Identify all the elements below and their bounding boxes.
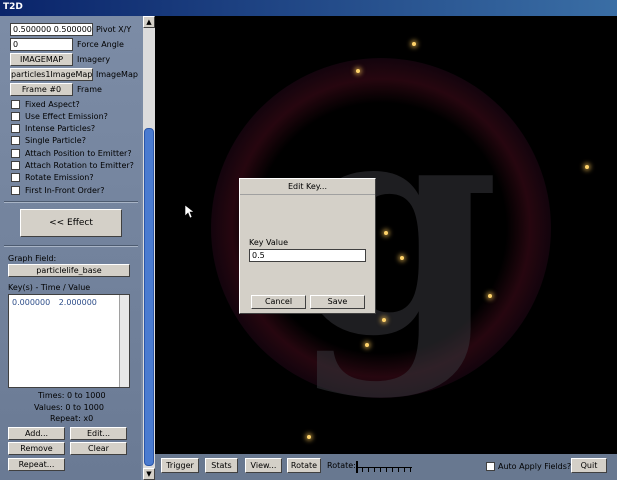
panel-scrollbar[interactable]: ▲ ▼ bbox=[143, 16, 155, 480]
edit-key-button[interactable]: Edit... bbox=[70, 427, 127, 440]
frame-label: Frame bbox=[77, 85, 102, 94]
rotate-slider-knob[interactable] bbox=[356, 461, 358, 473]
auto-apply-checkbox[interactable] bbox=[486, 462, 495, 471]
effect-button[interactable]: << Effect bbox=[20, 209, 122, 237]
key-value-input[interactable]: 0.5 bbox=[249, 249, 366, 262]
scroll-up-arrow-icon[interactable]: ▲ bbox=[143, 16, 155, 28]
values-range: Values: 0 to 1000 bbox=[34, 403, 104, 412]
divider bbox=[4, 201, 138, 203]
single-particle-label: Single Particle? bbox=[25, 136, 86, 145]
pivot-label: Pivot X/Y bbox=[96, 25, 132, 34]
edit-key-dialog: Edit Key... Key Value 0.5 Cancel Save bbox=[239, 178, 376, 314]
clear-keys-button[interactable]: Clear bbox=[70, 442, 127, 455]
quit-button[interactable]: Quit bbox=[571, 458, 607, 473]
imagemap-button[interactable]: particles1ImageMap bbox=[10, 68, 93, 81]
particle bbox=[412, 42, 416, 46]
times-range: Times: 0 to 1000 bbox=[38, 391, 106, 400]
scroll-down-arrow-icon[interactable]: ▼ bbox=[143, 468, 155, 480]
fixed-aspect-label: Fixed Aspect? bbox=[25, 100, 80, 109]
cancel-button[interactable]: Cancel bbox=[251, 295, 306, 309]
particle bbox=[356, 69, 360, 73]
repeat-count: Repeat: x0 bbox=[50, 414, 94, 423]
particle bbox=[384, 231, 388, 235]
first-in-front-label: First In-Front Order? bbox=[25, 186, 105, 195]
fixed-aspect-checkbox[interactable] bbox=[11, 100, 20, 109]
auto-apply-label: Auto Apply Fields? bbox=[498, 462, 572, 471]
imagemap-label: ImageMap bbox=[96, 70, 138, 79]
scene-view[interactable]: g bbox=[155, 16, 617, 454]
particle bbox=[382, 318, 386, 322]
remove-key-button[interactable]: Remove bbox=[8, 442, 65, 455]
graph-field-button[interactable]: particlelife_base bbox=[8, 264, 130, 277]
repeat-button[interactable]: Repeat... bbox=[8, 458, 65, 471]
view-button[interactable]: View... bbox=[245, 458, 282, 473]
intense-particles-checkbox[interactable] bbox=[11, 124, 20, 133]
add-key-button[interactable]: Add... bbox=[8, 427, 65, 440]
force-angle-input[interactable]: 0 bbox=[10, 38, 73, 51]
trigger-button[interactable]: Trigger bbox=[161, 458, 199, 473]
key-value: 2.000000 bbox=[58, 298, 97, 307]
rotate-button[interactable]: Rotate bbox=[287, 458, 321, 473]
list-item[interactable]: 0.000000 2.000000 bbox=[12, 298, 97, 307]
key-value-label: Key Value bbox=[249, 238, 289, 247]
graph-field-label: Graph Field: bbox=[8, 254, 57, 263]
attach-position-checkbox[interactable] bbox=[11, 149, 20, 158]
dialog-title: Edit Key... bbox=[240, 179, 375, 195]
imagery-label: Imagery bbox=[77, 55, 111, 64]
scrollbar-thumb[interactable] bbox=[144, 128, 154, 466]
divider bbox=[4, 245, 138, 247]
save-button[interactable]: Save bbox=[310, 295, 365, 309]
imagery-button[interactable]: IMAGEMAP bbox=[10, 53, 73, 66]
single-particle-checkbox[interactable] bbox=[11, 136, 20, 145]
stats-button[interactable]: Stats bbox=[205, 458, 238, 473]
particle bbox=[585, 165, 589, 169]
keys-label: Key(s) - Time / Value bbox=[8, 283, 91, 292]
particle bbox=[307, 435, 311, 439]
bottom-toolbar: Trigger Stats View... Rotate Rotate: Aut… bbox=[155, 454, 617, 480]
frame-button[interactable]: Frame #0 bbox=[10, 83, 73, 96]
rotate-slider[interactable] bbox=[356, 460, 412, 473]
keys-list-scrollbar[interactable] bbox=[119, 295, 129, 387]
window-title: T2D bbox=[0, 0, 617, 16]
key-time: 0.000000 bbox=[12, 298, 51, 307]
particle bbox=[488, 294, 492, 298]
attach-rotation-checkbox[interactable] bbox=[11, 161, 20, 170]
keys-list[interactable]: 0.000000 2.000000 bbox=[8, 294, 130, 388]
attach-rotation-label: Attach Rotation to Emitter? bbox=[25, 161, 134, 170]
use-effect-emission-label: Use Effect Emission? bbox=[25, 112, 108, 121]
properties-panel: 0.500000 0.500000 Pivot X/Y 0 Force Angl… bbox=[0, 16, 155, 480]
use-effect-emission-checkbox[interactable] bbox=[11, 112, 20, 121]
attach-position-label: Attach Position to Emitter? bbox=[25, 149, 132, 158]
rotate-emission-label: Rotate Emission? bbox=[25, 173, 94, 182]
first-in-front-checkbox[interactable] bbox=[11, 186, 20, 195]
force-angle-label: Force Angle bbox=[77, 40, 124, 49]
intense-particles-label: Intense Particles? bbox=[25, 124, 96, 133]
particle bbox=[365, 343, 369, 347]
particle bbox=[400, 256, 404, 260]
rotate-label: Rotate: bbox=[327, 461, 356, 470]
pivot-input[interactable]: 0.500000 0.500000 bbox=[10, 23, 93, 36]
mouse-cursor-icon bbox=[185, 205, 195, 219]
rotate-emission-checkbox[interactable] bbox=[11, 173, 20, 182]
